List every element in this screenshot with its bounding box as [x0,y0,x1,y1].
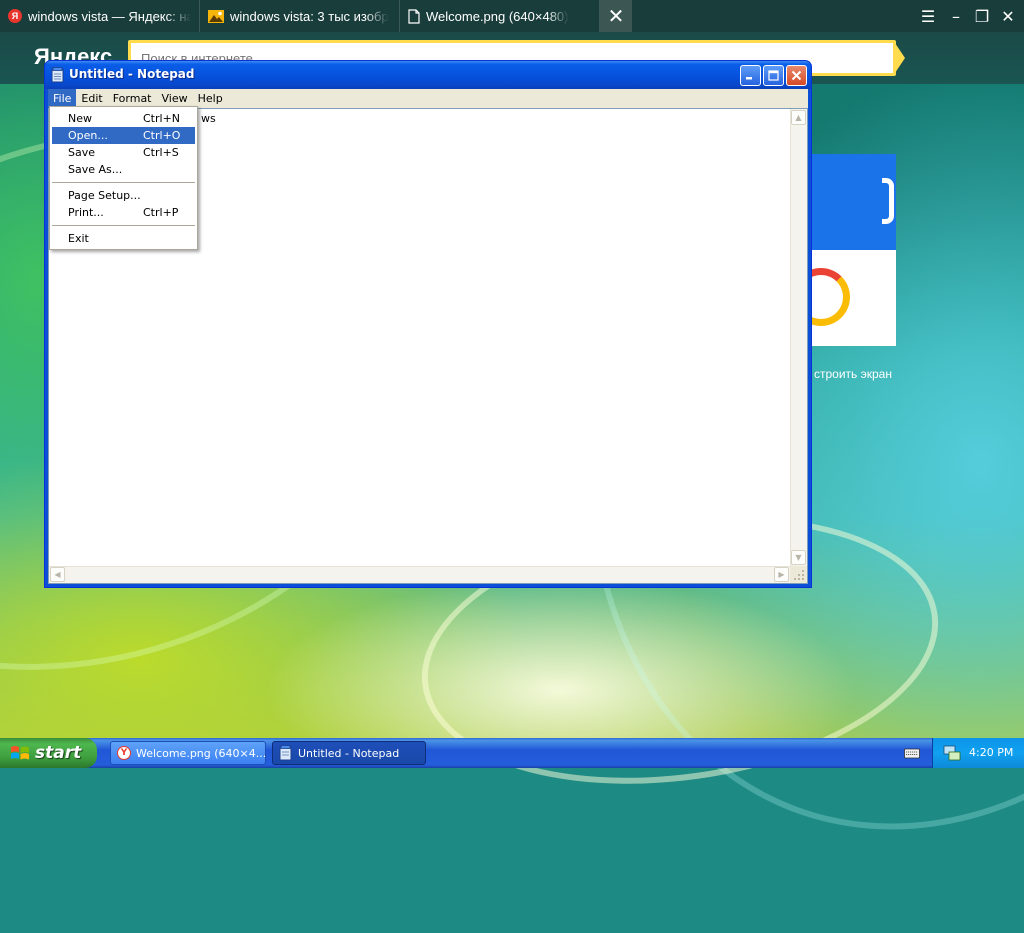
menu-item-label: Page Setup... [68,189,141,202]
close-icon: ✕ [1001,6,1015,26]
hamburger-icon: ☰ [920,6,936,26]
menu-item-shortcut: Ctrl+P [143,206,179,219]
horizontal-scrollbar[interactable]: ◀ ▶ [49,566,790,583]
yandex-browser-icon: Y [117,746,131,760]
vertical-scrollbar[interactable]: ▲ ▼ [790,109,807,566]
image-icon [208,9,224,23]
tab-label: windows vista — Яндекс: на [28,8,191,24]
document-icon [408,8,420,24]
menu-item-print[interactable]: Print... Ctrl+P [52,204,195,221]
menu-item-label: Save As... [68,163,123,176]
browser-restore-button[interactable]: ❐ [972,6,992,26]
keyboard-icon[interactable] [904,746,920,760]
arrow-right-icon: ▶ [778,570,785,579]
arrow-down-icon: ▼ [795,553,802,562]
close-tab-button[interactable]: ✕ [600,0,632,32]
menu-item-page-setup[interactable]: Page Setup... [52,187,195,204]
tab-label: windows vista: 3 тыс изобр [230,8,389,24]
notepad-title-bar[interactable]: Untitled - Notepad [45,61,811,89]
scroll-right-button[interactable]: ▶ [774,567,789,582]
background-tile-blue[interactable] [810,154,896,250]
close-icon: ✕ [607,4,625,28]
menu-item-label: New [68,112,92,125]
browser-tab-yandex-search[interactable]: Я windows vista — Яндекс: на [0,0,200,32]
scroll-down-button[interactable]: ▼ [791,550,806,565]
resize-grip-icon [794,570,804,580]
minimize-button[interactable] [740,65,761,86]
menu-item-label: Exit [68,232,89,245]
menu-separator [52,182,195,183]
menu-item-save-as[interactable]: Save As... [52,161,195,178]
menu-item-exit[interactable]: Exit [52,230,195,247]
tab-label: Welcome.png (640×480) [426,8,569,24]
menu-item-shortcut: Ctrl+O [143,129,181,142]
notepad-icon [51,67,64,83]
browser-tab-welcome-png[interactable]: Welcome.png (640×480) [400,0,600,32]
tile-glyph [882,178,894,224]
browser-minimize-button[interactable]: – [946,6,966,26]
browser-tab-bar: Я windows vista — Яндекс: на windows vis… [0,0,1024,32]
taskbar-item-label: Untitled - Notepad [298,746,400,760]
search-submit-arrow[interactable] [893,40,905,76]
menu-item-save[interactable]: Save Ctrl+S [52,144,195,161]
minimize-icon [746,77,752,80]
background-tile-google[interactable] [792,250,896,346]
maximize-icon [768,70,779,81]
menu-item-label: Save [68,146,96,159]
resize-grip[interactable] [790,566,807,583]
browser-menu-button[interactable]: ☰ [918,6,938,26]
notepad-icon [279,745,292,761]
clock[interactable]: 4:20 PM [969,746,1013,759]
browser-close-button[interactable]: ✕ [998,6,1018,26]
taskbar: start Y Welcome.png (640×4... Untitled -… [0,738,1024,768]
taskbar-item-notepad[interactable]: Untitled - Notepad [272,741,426,765]
system-tray: 4:20 PM [932,738,1024,768]
tile-caption[interactable]: строить экран [814,367,892,381]
keyboard-icon [904,748,920,759]
taskbar-item-label: Welcome.png (640×4... [136,746,266,760]
arrow-left-icon: ◀ [54,570,61,579]
minimize-icon: – [952,6,960,26]
window-title: Untitled - Notepad [69,67,195,81]
network-icon[interactable] [943,745,961,761]
menu-item-label: Print... [68,206,104,219]
windows-flag-icon [11,746,29,760]
start-label: start [35,743,82,763]
close-icon [791,70,802,81]
file-menu-dropdown: New Ctrl+N Open... Ctrl+O Save Ctrl+S Sa… [49,106,198,250]
menu-separator [52,225,195,226]
scroll-up-button[interactable]: ▲ [791,110,806,125]
browser-tab-images[interactable]: windows vista: 3 тыс изобр [200,0,400,32]
menu-item-shortcut: Ctrl+S [143,146,179,159]
menu-item-open[interactable]: Open... Ctrl+O [52,127,195,144]
taskbar-item-browser[interactable]: Y Welcome.png (640×4... [110,741,266,765]
restore-icon: ❐ [974,6,990,26]
scroll-left-button[interactable]: ◀ [50,567,65,582]
yandex-icon: Я [8,9,22,23]
menu-item-shortcut: Ctrl+N [143,112,181,125]
menu-item-label: Open... [68,129,108,142]
start-button[interactable]: start [0,738,97,768]
menu-item-new[interactable]: New Ctrl+N [52,110,195,127]
close-button[interactable] [786,65,807,86]
maximize-button[interactable] [763,65,784,86]
editor-text[interactable]: ws [201,112,216,125]
arrow-up-icon: ▲ [795,113,802,122]
